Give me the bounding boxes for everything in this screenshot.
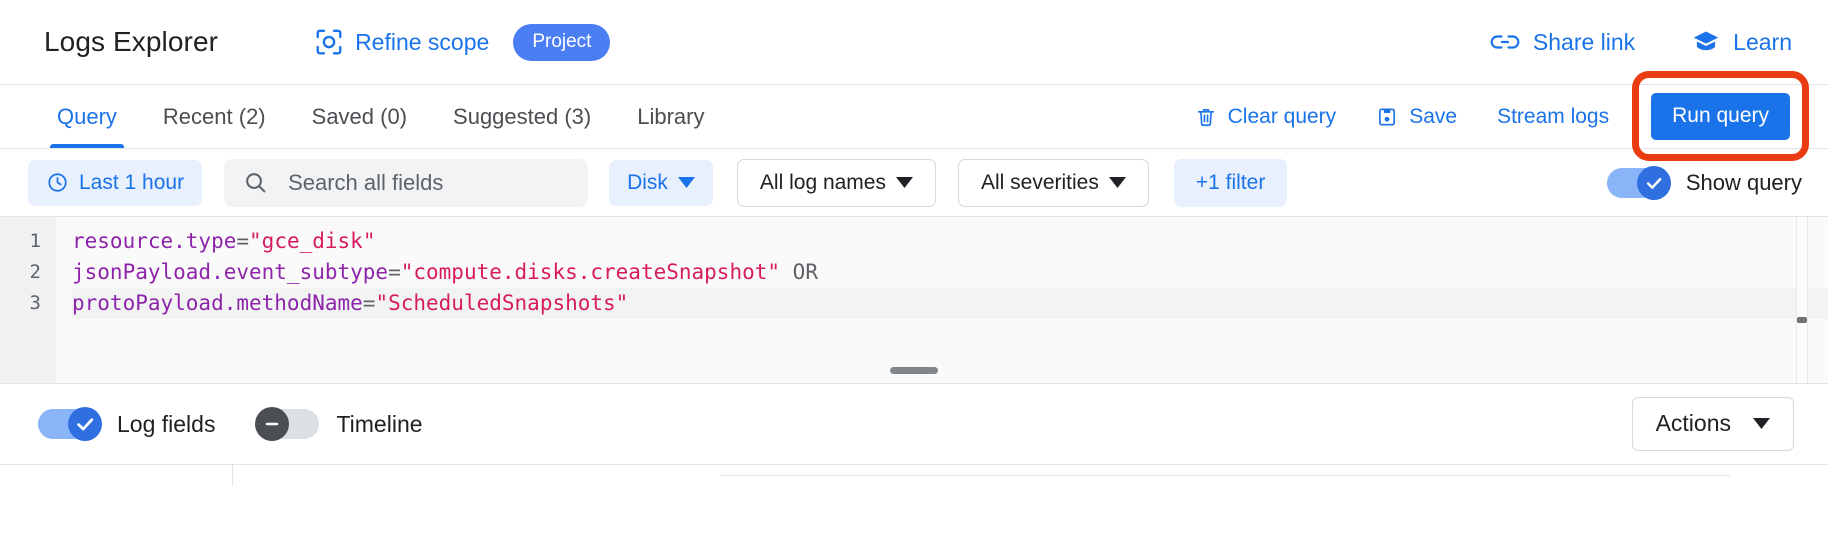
timeline-label: Timeline — [336, 411, 422, 438]
tab-recent[interactable]: Recent (2) — [140, 85, 289, 148]
code-token: OR — [780, 260, 818, 284]
page-title: Logs Explorer — [44, 26, 218, 58]
code-token: = — [388, 260, 401, 284]
resource-filter-label: Disk — [627, 171, 668, 195]
share-link-label: Share link — [1533, 29, 1635, 56]
search-icon — [243, 170, 268, 195]
actions-label: Actions — [1656, 410, 1731, 437]
search-field[interactable] — [224, 159, 588, 207]
toggle-knob — [68, 407, 102, 441]
code-token: "compute.disks.createSnapshot" — [401, 260, 780, 284]
code-token: jsonPayload.event_subtype — [72, 260, 388, 284]
extra-filter-chip[interactable]: +1 filter — [1174, 159, 1287, 207]
show-query-control: Show query — [1607, 168, 1802, 198]
chevron-down-icon — [678, 177, 695, 188]
refine-scope-label: Refine scope — [355, 29, 489, 56]
log-fields-toggle[interactable] — [38, 409, 100, 439]
share-link-button[interactable]: Share link — [1489, 29, 1635, 56]
learn-button[interactable]: Learn — [1691, 28, 1792, 56]
results-toolbar: Log fields Timeline Actions — [0, 383, 1828, 464]
clear-query-label: Clear query — [1228, 105, 1337, 129]
line-number: 2 — [0, 257, 55, 288]
log-fields-control: Log fields — [38, 409, 215, 439]
chevron-down-icon — [1109, 177, 1126, 188]
show-query-toggle[interactable] — [1607, 168, 1669, 198]
chevron-down-icon — [896, 177, 913, 188]
run-query-container: Run query — [1651, 93, 1790, 140]
stream-logs-label: Stream logs — [1497, 105, 1609, 129]
editor-resize-handle[interactable] — [890, 367, 938, 374]
code-line: jsonPayload.event_subtype="compute.disks… — [72, 257, 1828, 288]
editor-line-number-gutter: 1 2 3 — [0, 217, 56, 383]
log-fields-label: Log fields — [117, 411, 215, 438]
editor-code-area[interactable]: resource.type="gce_disk" jsonPayload.eve… — [56, 217, 1828, 383]
header-actions: Share link Learn — [1489, 28, 1792, 56]
query-toolbar: Clear query Save Stream logs Run query — [1175, 85, 1800, 148]
tab-label: Recent (2) — [163, 104, 266, 130]
trash-icon — [1195, 105, 1217, 129]
editor-scrollbar-thumb[interactable] — [1797, 317, 1807, 323]
tab-library[interactable]: Library — [614, 85, 727, 148]
panel-column-separator — [232, 465, 233, 486]
learn-label: Learn — [1733, 29, 1792, 56]
timeline-control: Timeline — [257, 409, 422, 439]
save-button[interactable]: Save — [1356, 105, 1477, 129]
clear-query-button[interactable]: Clear query — [1175, 105, 1357, 129]
filter-bar: Last 1 hour Disk All log names — [0, 149, 1828, 217]
log-names-filter-chip[interactable]: All log names — [737, 159, 936, 207]
time-range-chip[interactable]: Last 1 hour — [28, 160, 202, 206]
code-line: resource.type="gce_disk" — [72, 226, 1828, 257]
resource-filter-chip[interactable]: Disk — [609, 160, 713, 206]
line-number: 1 — [0, 226, 55, 257]
tab-suggested[interactable]: Suggested (3) — [430, 85, 614, 148]
time-range-label: Last 1 hour — [79, 171, 184, 195]
page-header: Logs Explorer Refine scope Project — [0, 0, 1828, 85]
timeline-toggle[interactable] — [257, 409, 319, 439]
code-token: = — [363, 291, 376, 315]
extra-filter-label: +1 filter — [1196, 171, 1265, 195]
run-query-button[interactable]: Run query — [1651, 93, 1790, 140]
code-token: = — [236, 229, 249, 253]
chevron-down-icon — [1753, 418, 1770, 429]
code-token: protoPayload.methodName — [72, 291, 363, 315]
link-icon — [1489, 29, 1521, 55]
code-token: "gce_disk" — [249, 229, 375, 253]
code-line: protoPayload.methodName="ScheduledSnapsh… — [72, 288, 1828, 319]
tab-label: Library — [637, 104, 704, 130]
clock-icon — [46, 171, 69, 194]
severity-filter-label: All severities — [981, 171, 1099, 195]
toggle-knob — [1637, 166, 1671, 200]
logs-explorer-page: Logs Explorer Refine scope Project — [0, 0, 1828, 534]
toggle-knob — [255, 407, 289, 441]
editor-scrollbar-track[interactable] — [1796, 217, 1808, 383]
tab-label: Query — [57, 104, 117, 130]
show-query-label: Show query — [1686, 170, 1802, 196]
tab-query[interactable]: Query — [34, 85, 140, 148]
actions-button[interactable]: Actions — [1632, 397, 1794, 451]
line-number: 3 — [0, 288, 55, 319]
code-token: "ScheduledSnapshots" — [375, 291, 628, 315]
save-icon — [1376, 105, 1398, 129]
school-icon — [1691, 28, 1721, 56]
save-label: Save — [1409, 105, 1457, 129]
scope-project-chip[interactable]: Project — [513, 24, 610, 61]
query-tab-bar: Query Recent (2) Saved (0) Suggested (3)… — [0, 85, 1828, 149]
query-editor[interactable]: 1 2 3 resource.type="gce_disk" jsonPaylo… — [0, 217, 1828, 383]
log-names-filter-label: All log names — [760, 171, 886, 195]
tab-saved[interactable]: Saved (0) — [289, 85, 430, 148]
severity-filter-chip[interactable]: All severities — [958, 159, 1149, 207]
tab-label: Suggested (3) — [453, 104, 591, 130]
search-input[interactable] — [286, 169, 569, 197]
tab-label: Saved (0) — [312, 104, 407, 130]
results-header-rule — [720, 475, 1730, 476]
refine-scope-button[interactable]: Refine scope — [314, 27, 489, 57]
code-token: resource.type — [72, 229, 236, 253]
results-panel-edge — [0, 464, 1828, 486]
stream-logs-button[interactable]: Stream logs — [1477, 105, 1629, 129]
crop-focus-icon — [314, 27, 344, 57]
